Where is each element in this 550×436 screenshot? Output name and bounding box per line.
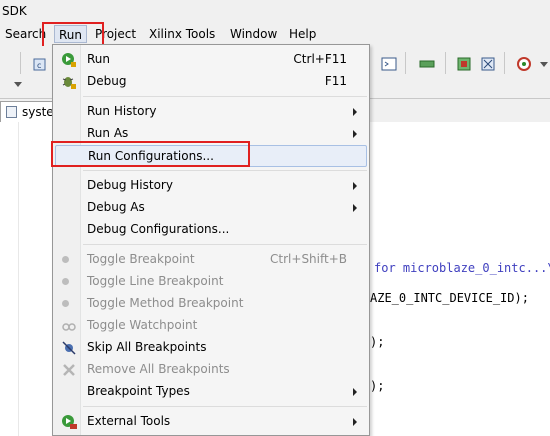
- submenu-arrow-icon: [353, 388, 357, 396]
- remove-breakpoints-icon: [63, 364, 75, 376]
- menu-item-skip-all-breakpoints[interactable]: Skip All Breakpoints: [55, 337, 367, 359]
- menu-item-debug-history[interactable]: Debug History: [55, 175, 367, 197]
- menu-item-label: Skip All Breakpoints: [87, 340, 207, 354]
- menu-item-toggle-line-breakpoint[interactable]: Toggle Line Breakpoint: [55, 271, 367, 293]
- debug-icon: [62, 77, 76, 89]
- menu-item-external-tools[interactable]: External Tools: [55, 411, 367, 433]
- menu-item-label: Debug Configurations...: [87, 222, 230, 236]
- menu-item-toggle-method-breakpoint[interactable]: Toggle Method Breakpoint: [55, 293, 367, 315]
- menu-item-label: Debug History: [87, 178, 173, 192]
- menu-item-run-history[interactable]: Run History: [55, 101, 367, 123]
- run-menu-dropdown: Run Ctrl+F11 Debug F11 Run History Run A…: [52, 44, 370, 436]
- menu-help[interactable]: Help: [289, 27, 316, 41]
- menu-item-shortcut: F11: [324, 74, 347, 88]
- menu-item-debug-as[interactable]: Debug As: [55, 197, 367, 219]
- watchpoint-icon: [62, 323, 76, 331]
- breakpoint-dot-icon: [62, 278, 69, 285]
- menu-item-label: Breakpoint Types: [87, 384, 190, 398]
- menu-item-label: Run As: [87, 126, 129, 140]
- menu-separator: [83, 170, 367, 171]
- code-line: );: [370, 379, 385, 393]
- toolbar-separator: [504, 52, 505, 74]
- menu-separator: [83, 244, 367, 245]
- menu-item-label: Run Configurations...: [88, 149, 214, 163]
- code-line: );: [370, 335, 385, 349]
- menu-separator: [83, 406, 367, 407]
- menu-item-label: Debug As: [87, 200, 145, 214]
- submenu-arrow-icon: [353, 204, 357, 212]
- menu-item-label: Debug: [87, 74, 127, 88]
- menu-project[interactable]: Project: [95, 27, 136, 41]
- tab-system-file[interactable]: syste: [0, 101, 60, 123]
- menu-search[interactable]: Search: [5, 27, 46, 41]
- menu-item-remove-all-breakpoints[interactable]: Remove All Breakpoints: [55, 359, 367, 381]
- menu-item-run[interactable]: Run Ctrl+F11: [55, 49, 367, 71]
- menu-xilinx-tools[interactable]: Xilinx Tools: [149, 27, 215, 41]
- menu-item-shortcut: Ctrl+Shift+B: [270, 252, 347, 266]
- new-file-icon[interactable]: c: [32, 56, 48, 72]
- chevron-down-icon[interactable]: [536, 56, 550, 72]
- memory-chip-icon[interactable]: [419, 56, 435, 72]
- menu-separator: [83, 96, 367, 97]
- dropdown-arrow-icon[interactable]: [10, 76, 26, 92]
- external-tools-icon: [62, 415, 77, 429]
- run-icon: [62, 53, 76, 67]
- title-bar: SDK: [0, 0, 550, 22]
- toolbar-separator: [20, 52, 21, 74]
- menu-item-shortcut: Ctrl+F11: [293, 52, 347, 66]
- code-line: AZE_0_INTC_DEVICE_ID);: [370, 291, 529, 305]
- toolbar-separator: [445, 52, 446, 74]
- hardware-icon[interactable]: [456, 56, 472, 72]
- window-title: SDK: [2, 4, 27, 18]
- code-line: for microblaze_0_intc...\m: [374, 261, 550, 275]
- breakpoint-dot-icon: [62, 256, 69, 263]
- menu-item-label: Run: [87, 52, 111, 66]
- menu-item-debug[interactable]: Debug F11: [55, 71, 367, 93]
- menu-item-label: Toggle Method Breakpoint: [87, 296, 244, 310]
- menu-item-toggle-watchpoint[interactable]: Toggle Watchpoint: [55, 315, 367, 337]
- skip-breakpoints-icon: [62, 341, 76, 355]
- breakpoint-dot-icon: [62, 300, 69, 307]
- menu-item-label: Remove All Breakpoints: [87, 362, 230, 376]
- file-icon: [6, 106, 17, 118]
- menu-run[interactable]: Run: [54, 25, 88, 43]
- terminal-icon[interactable]: [381, 56, 397, 72]
- program-fpga-icon[interactable]: [480, 56, 496, 72]
- tab-label: syste: [22, 105, 54, 119]
- menu-item-debug-configurations[interactable]: Debug Configurations...: [55, 219, 367, 241]
- xilinx-tool-icon[interactable]: [516, 56, 532, 72]
- menu-item-label: Toggle Line Breakpoint: [87, 274, 224, 288]
- toolbar-separator: [405, 52, 406, 74]
- svg-text:c: c: [37, 61, 41, 70]
- submenu-arrow-icon: [353, 108, 357, 116]
- menu-item-toggle-breakpoint[interactable]: Toggle Breakpoint Ctrl+Shift+B: [55, 249, 367, 271]
- menu-item-label: Toggle Watchpoint: [87, 318, 198, 332]
- menu-item-run-configurations[interactable]: Run Configurations...: [55, 145, 367, 167]
- editor-gutter: [0, 122, 19, 436]
- menu-bar: Search Run Project Xilinx Tools Window H…: [0, 23, 550, 45]
- menu-item-label: Run History: [87, 104, 157, 118]
- submenu-arrow-icon: [353, 130, 357, 138]
- menu-item-label: Toggle Breakpoint: [87, 252, 195, 266]
- menu-item-run-as[interactable]: Run As: [55, 123, 367, 145]
- menu-window[interactable]: Window: [230, 27, 277, 41]
- menu-item-breakpoint-types[interactable]: Breakpoint Types: [55, 381, 367, 403]
- menu-item-label: External Tools: [87, 414, 171, 428]
- submenu-arrow-icon: [353, 182, 357, 190]
- submenu-arrow-icon: [353, 418, 357, 426]
